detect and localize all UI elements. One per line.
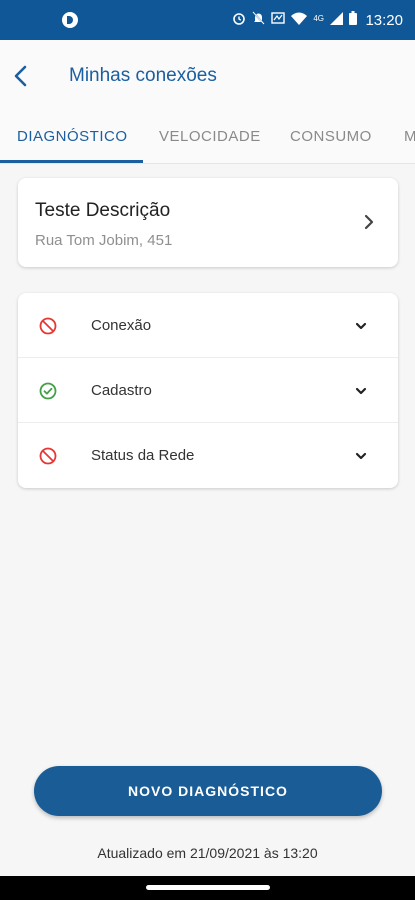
diagnostic-label: Conexão: [91, 317, 152, 334]
alarm-icon: [233, 13, 246, 25]
wifi-call-icon: [271, 12, 286, 24]
clock: 13:20: [365, 12, 403, 29]
status-icons: 4G: [232, 11, 357, 25]
chevron-down-icon: [355, 452, 367, 460]
battery-icon: [349, 11, 357, 25]
location-card[interactable]: Teste Descrição Rua Tom Jobim, 451: [18, 178, 398, 267]
network-type: 4G: [313, 13, 324, 23]
tab-indicator: [0, 160, 143, 163]
diagnostic-label: Status da Rede: [91, 447, 195, 464]
chevron-right-icon: [364, 214, 374, 230]
diagnostic-label: Cadastro: [91, 382, 152, 399]
system-navigation-bar: [0, 876, 415, 900]
app-bar: Minhas conexões: [0, 40, 415, 112]
updated-timestamp: Atualizado em 21/09/2021 às 13:20: [97, 845, 318, 861]
check-circle-icon: [39, 382, 57, 400]
signal-icon: [330, 11, 343, 25]
tab-velocidade[interactable]: VELOCIDADE: [159, 128, 261, 145]
new-diagnostic-button[interactable]: NOVO DIAGNÓSTICO: [34, 766, 382, 816]
wifi-icon: [291, 12, 308, 25]
app-notification-icon: [62, 12, 78, 28]
block-icon: [39, 447, 57, 465]
diagnostic-row-status-rede[interactable]: Status da Rede: [18, 423, 398, 488]
tab-diagnostico[interactable]: DIAGNÓSTICO: [17, 128, 128, 145]
tab-bar: DIAGNÓSTICO VELOCIDADE CONSUMO M: [0, 112, 415, 164]
chevron-down-icon: [355, 387, 367, 395]
chevron-down-icon: [355, 322, 367, 330]
block-icon: [39, 317, 57, 335]
status-bar: 4G 13:20: [0, 0, 415, 40]
arrow-back-icon[interactable]: [10, 62, 34, 90]
home-gesture-handle[interactable]: [146, 885, 270, 890]
location-address: Rua Tom Jobim, 451: [35, 232, 173, 249]
diagnostics-card: Conexão Cadastro Status da Rede: [18, 293, 398, 488]
tab-consumo[interactable]: CONSUMO: [290, 128, 372, 145]
tab-more[interactable]: M: [404, 128, 415, 145]
diagnostic-row-cadastro[interactable]: Cadastro: [18, 358, 398, 423]
mute-icon: [252, 11, 265, 25]
page-title: Minhas conexões: [69, 65, 217, 86]
location-name: Teste Descrição: [35, 200, 171, 221]
diagnostic-row-conexao[interactable]: Conexão: [18, 293, 398, 358]
